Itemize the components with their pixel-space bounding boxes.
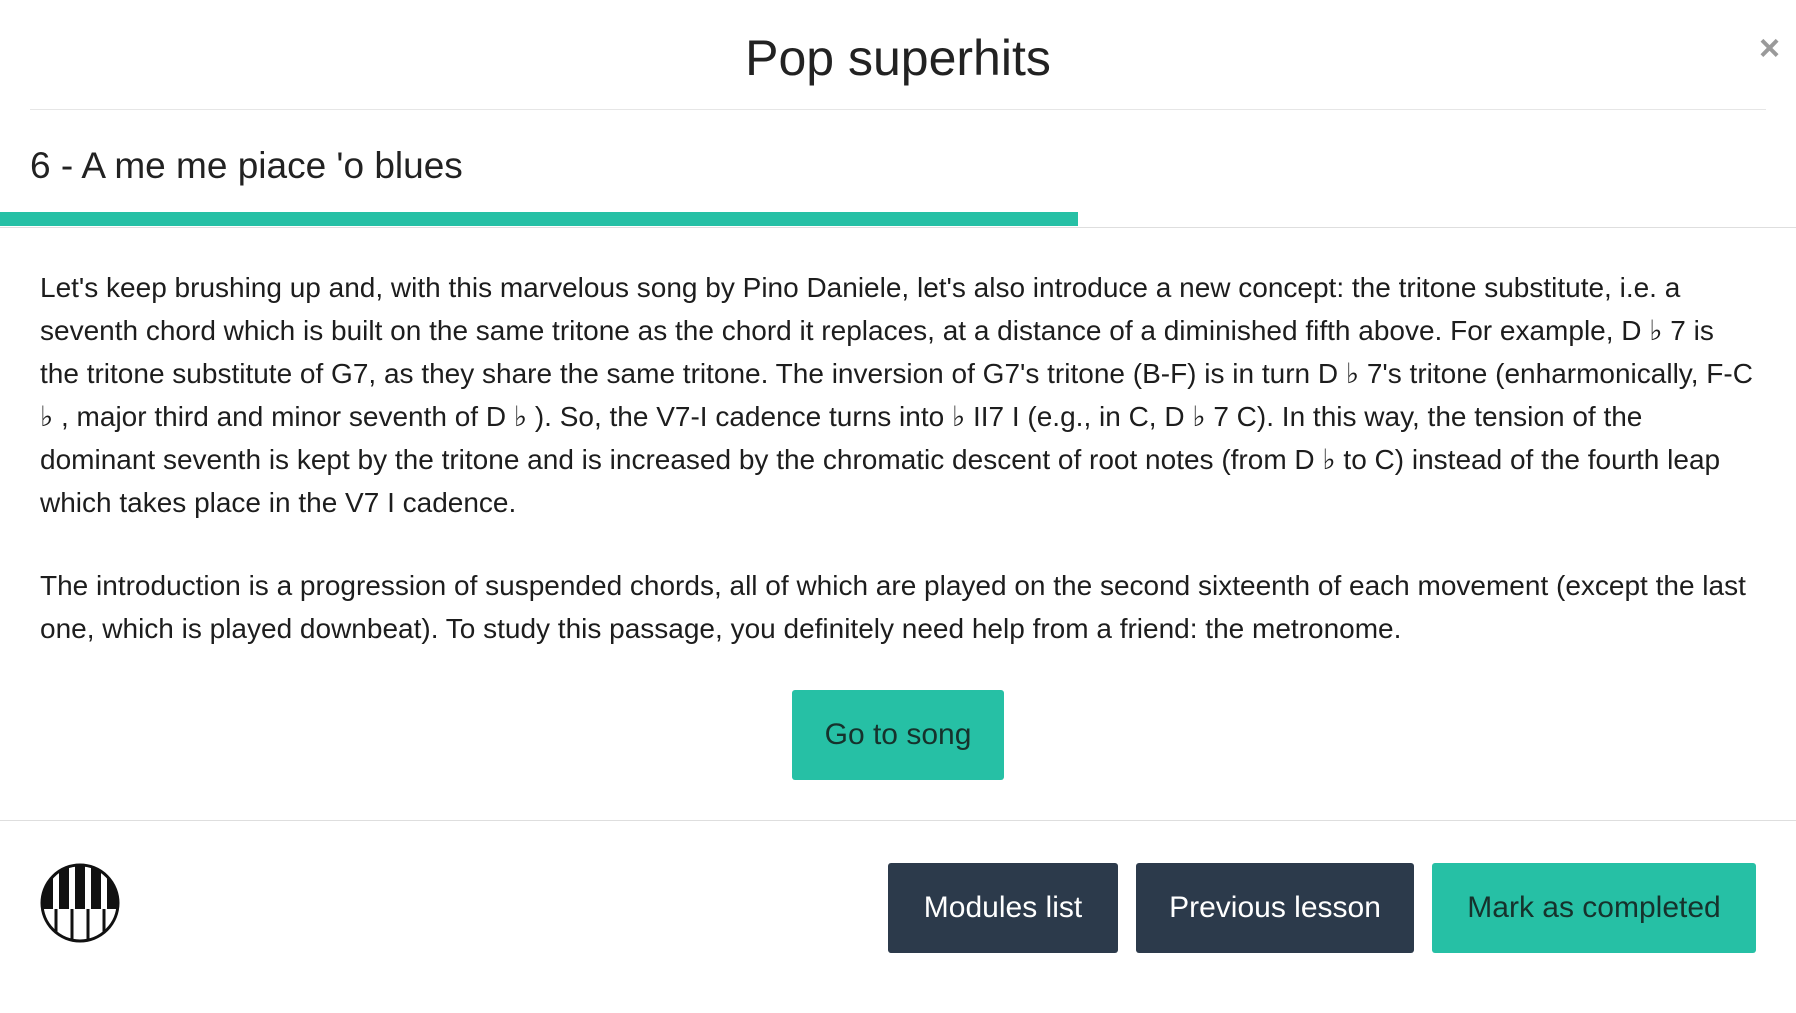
modal-header: Pop superhits	[30, 0, 1766, 110]
lesson-title: 6 - A me me piace 'o blues	[30, 145, 463, 186]
piano-keys-icon	[40, 863, 120, 943]
close-icon[interactable]: ×	[1759, 30, 1780, 66]
lesson-modal: Pop superhits × 6 - A me me piace 'o blu…	[0, 0, 1796, 1012]
progress-fill	[0, 212, 1078, 226]
previous-lesson-button[interactable]: Previous lesson	[1136, 863, 1414, 953]
modules-list-button[interactable]: Modules list	[888, 863, 1118, 953]
mark-completed-button[interactable]: Mark as completed	[1432, 863, 1756, 953]
lesson-description: Let's keep brushing up and, with this ma…	[40, 266, 1756, 690]
paragraph-1: Let's keep brushing up and, with this ma…	[40, 272, 1753, 518]
lesson-progress-bar	[0, 212, 1796, 228]
modal-footer: Modules list Previous lesson Mark as com…	[0, 820, 1796, 1013]
go-to-song-button[interactable]: Go to song	[792, 690, 1004, 780]
modal-title: Pop superhits	[745, 29, 1051, 86]
paragraph-2: The introduction is a progression of sus…	[40, 570, 1746, 644]
